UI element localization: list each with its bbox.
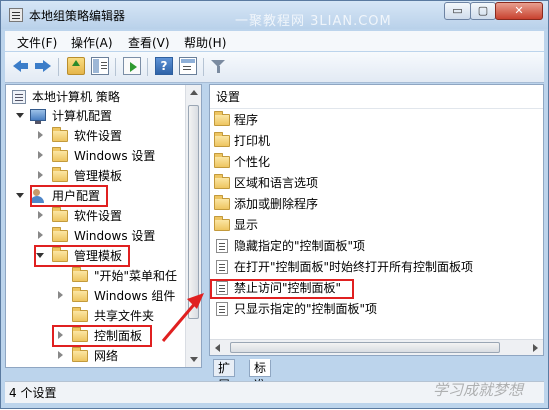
export-list-icon[interactable] [123,57,141,75]
list-item-label: 个性化 [234,155,271,169]
folder-icon [214,132,230,147]
collapse-triangle-icon[interactable] [38,151,43,159]
tab-extended[interactable]: 扩展 [213,359,236,392]
list-item-label: 添加或删除程序 [234,197,319,211]
tree-item-label: Windows 设置 [74,149,156,163]
folder-icon [52,207,68,222]
filter-icon[interactable] [209,57,227,75]
list-item-label: 显示 [234,218,259,232]
folder-icon [214,174,230,189]
scroll-down-arrow-icon[interactable] [190,357,198,362]
expand-triangle-icon[interactable] [16,113,24,118]
folder-icon [214,153,230,168]
list-item-label: 只显示指定的"控制面板"项 [234,302,378,316]
tree-pane[interactable]: 本地计算机 策略 计算机配置 软件设置 Windows 设置 管理模板 用户配置 [5,84,202,368]
menu-file[interactable]: 文件(F) [17,34,57,51]
back-icon[interactable] [11,57,29,75]
folder-icon [52,227,68,242]
scroll-left-arrow-icon[interactable] [215,344,220,352]
folder-icon [214,195,230,210]
highlight-box-user-config [30,185,108,207]
highlight-box-prohibit-control-panel [210,279,354,299]
minimize-button[interactable]: ▭ [444,2,471,20]
policy-setting-icon [216,239,228,253]
up-folder-icon[interactable] [67,57,85,75]
watermark-bottom: 学习成就梦想 [433,381,524,399]
list-horizontal-scrollbar[interactable] [210,339,543,355]
toolbar-separator [203,58,204,76]
column-header-setting[interactable]: 设置 [210,85,543,109]
folder-icon [214,216,230,231]
forward-icon[interactable] [34,57,52,75]
collapse-triangle-icon[interactable] [58,291,63,299]
tree-vertical-scrollbar[interactable] [185,85,201,367]
tree-item-label: 计算机配置 [52,109,113,123]
title-bar: 本地组策略编辑器 一聚教程网 3LIAN.COM ▭ ▢ ✕ [1,1,548,29]
tree-item-label: "开始"菜单和任 [94,269,178,283]
policy-setting-icon [216,260,228,274]
watermark-top: 一聚教程网 3LIAN.COM [235,14,392,29]
expand-triangle-icon[interactable] [16,193,24,198]
tree-item-label: 软件设置 [74,209,123,223]
policy-icon [12,90,26,104]
settings-pane[interactable]: 设置 程序 打印机 个性化 区域和语言选项 添加或删除程序 显示 隐藏指定的"控… [209,84,544,356]
window-title: 本地组策略编辑器 [29,9,126,23]
tree-item-label: 管理模板 [74,169,123,183]
collapse-triangle-icon[interactable] [38,131,43,139]
policy-setting-icon [216,302,228,316]
tree-scroll-thumb[interactable] [188,105,199,319]
tree-item-label: 网络 [94,349,119,363]
help-icon[interactable]: ? [155,57,173,75]
list-item-label: 隐藏指定的"控制面板"项 [234,239,366,253]
tree-item-label: 共享文件夹 [94,309,155,323]
list-item-label: 程序 [234,113,259,127]
collapse-triangle-icon[interactable] [38,231,43,239]
folder-icon [214,111,230,126]
close-button[interactable]: ✕ [495,2,543,20]
status-text: 4 个设置 [9,386,57,400]
toolbar: ? [5,52,544,83]
folder-icon [72,307,88,322]
folder-icon [52,147,68,162]
tree-item-label: Windows 组件 [94,289,176,303]
show-hide-tree-icon[interactable] [91,57,109,75]
menu-action[interactable]: 操作(A) [71,34,113,51]
folder-icon [52,167,68,182]
toolbar-separator [147,58,148,76]
folder-icon [72,287,88,302]
policy-editor-icon [9,8,23,22]
collapse-triangle-icon[interactable] [38,171,43,179]
toolbar-separator [115,58,116,76]
highlight-box-control-panel [52,325,152,347]
tree-item-label: 本地计算机 策略 [32,90,120,104]
menu-view[interactable]: 查看(V) [128,34,170,51]
tab-standard[interactable]: 标准 [249,359,272,392]
tree-item-label: 软件设置 [74,129,123,143]
folder-icon [72,267,88,282]
menu-help[interactable]: 帮助(H) [184,34,226,51]
maximize-button[interactable]: ▢ [470,2,496,20]
computer-icon [30,109,46,124]
list-item-label: 区域和语言选项 [234,176,319,190]
menu-bar: 文件(F) 操作(A) 查看(V) 帮助(H) [5,31,544,51]
list-item-label: 打印机 [234,134,271,148]
tree-item-label: Windows 设置 [74,229,156,243]
scroll-right-arrow-icon[interactable] [533,344,538,352]
folder-icon [52,127,68,142]
collapse-triangle-icon[interactable] [38,211,43,219]
folder-icon [72,347,88,362]
app-window: 本地组策略编辑器 一聚教程网 3LIAN.COM ▭ ▢ ✕ 文件(F) 操作(… [0,0,549,409]
collapse-triangle-icon[interactable] [58,351,63,359]
toolbar-separator [58,58,59,76]
properties-icon[interactable] [179,57,197,75]
list-scroll-thumb[interactable] [230,342,500,353]
scroll-up-arrow-icon[interactable] [190,90,198,95]
highlight-box-admin-templates [34,245,130,267]
list-item-label: 在打开"控制面板"时始终打开所有控制面板项 [234,260,474,274]
